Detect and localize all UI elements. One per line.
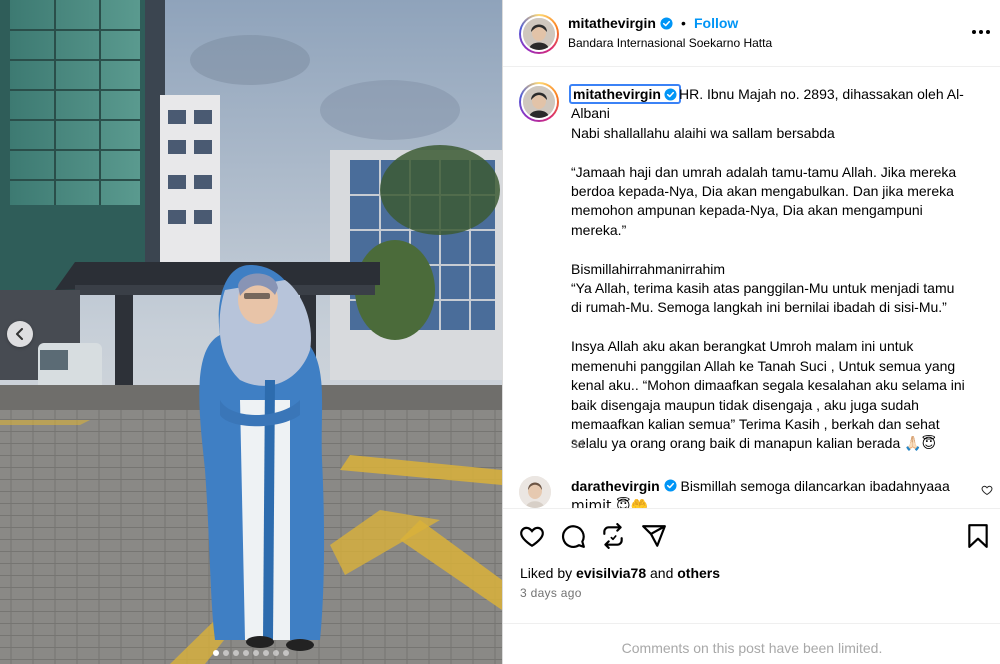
post-photo[interactable] xyxy=(0,0,502,664)
post-header: mitathevirgin • Follow Bandara Internasi… xyxy=(503,0,1000,67)
verified-badge-icon xyxy=(660,16,673,30)
caption-body: Albani Nabi shallallahu alaihi wa sallam … xyxy=(571,104,981,453)
caption-line: Nabi shallallahu alaihi wa sallam bersab… xyxy=(571,124,835,141)
caption-line: selalu ya orang orang baik di manapun ka… xyxy=(571,435,937,452)
carousel-dot xyxy=(233,650,239,656)
avatar-image xyxy=(523,86,555,118)
comment-avatar[interactable] xyxy=(519,476,551,508)
caption-line: “Jamaah haji dan umrah adalah tamu-tamu … xyxy=(571,163,957,180)
caption-line: berdoa kepada-Nya, Dia akan mengabulkan.… xyxy=(571,183,954,200)
caption-line: mereka.” xyxy=(571,221,627,238)
caption-line: baik disengaja maupun tidak disengaja , … xyxy=(571,396,919,413)
bookmark-icon[interactable] xyxy=(965,523,991,549)
comment-text-continued: mimit 😇🤲 xyxy=(571,498,649,508)
comments-limited-notice: Comments on this post have been limited. xyxy=(503,623,1000,656)
comment-like-heart-icon[interactable] xyxy=(981,484,993,496)
comment-text: Bismillah semoga dilancarkan ibadahnyaaa xyxy=(680,478,950,494)
caption-avatar[interactable] xyxy=(519,82,559,122)
caption-section: mitathevirgin HR. Ibnu Majah no. 2893, d… xyxy=(503,68,1000,508)
share-icon[interactable] xyxy=(600,523,626,549)
caption-timestamp[interactable]: 3d xyxy=(571,437,584,451)
liked-by-user-link[interactable]: evisilvia78 xyxy=(576,565,646,581)
avatar-image xyxy=(523,18,555,50)
caption-line: Insya Allah aku akan berangkat Umroh mal… xyxy=(571,338,914,355)
caption-line: Albani xyxy=(571,105,610,122)
caption-line: memohon ampunan kepada-Nya, Dia akan men… xyxy=(571,202,923,219)
caption-line: HR. Ibnu Majah no. 2893, dihassakan oleh… xyxy=(679,86,964,102)
location-link[interactable]: Bandara Internasional Soekarno Hatta xyxy=(568,36,772,50)
carousel-dot xyxy=(283,650,289,656)
verified-badge-icon xyxy=(664,479,677,492)
follow-button[interactable]: Follow xyxy=(694,15,738,31)
carousel-dot xyxy=(273,650,279,656)
avatar-image xyxy=(519,476,551,508)
liked-by-and: and xyxy=(650,565,674,581)
carousel-dot xyxy=(223,650,229,656)
carousel-dot xyxy=(213,650,219,656)
chevron-left-icon xyxy=(16,328,23,340)
avatar[interactable] xyxy=(519,14,559,54)
carousel-dot xyxy=(243,650,249,656)
caption-line xyxy=(571,240,981,259)
separator-dot: • xyxy=(681,15,686,31)
send-icon[interactable] xyxy=(641,523,667,549)
carousel-prev-button[interactable] xyxy=(7,321,33,347)
caption-line: memenuhi panggilan Allah ke Tanah Suci ,… xyxy=(571,357,956,374)
liked-by-prefix: Liked by xyxy=(520,565,573,581)
post-date[interactable]: 3 days ago xyxy=(520,586,582,600)
header-username[interactable]: mitathevirgin xyxy=(568,15,673,31)
post-side-panel: mitathevirgin • Follow Bandara Internasi… xyxy=(502,0,1000,664)
caption-line: Bismillahirrahmanirrahim xyxy=(571,260,726,277)
comment-icon[interactable] xyxy=(560,523,586,549)
caption-line: memaafkan kalian semua” Terima Kasih , b… xyxy=(571,415,940,432)
caption-line: “Ya Allah, terima kasih atas panggilan-M… xyxy=(571,280,955,297)
more-options-icon[interactable] xyxy=(969,22,993,42)
caption-line: di rumah-Mu. Semoga langkah ini bernilai… xyxy=(571,299,947,316)
caption-line xyxy=(571,318,981,337)
caption-line: kenal aku.. “Mohon dimaafkan segala kesa… xyxy=(571,377,965,394)
post-actions: Liked by evisilvia78 and others 3 days a… xyxy=(503,508,1000,664)
comment-username[interactable]: darathevirgin xyxy=(571,478,660,494)
comment: darathevirgin Bismillah semoga dilancark… xyxy=(571,477,981,508)
photo-scene xyxy=(0,0,502,664)
heart-icon[interactable] xyxy=(519,523,545,549)
liked-by-others-link[interactable]: others xyxy=(677,565,720,581)
carousel-dot xyxy=(263,650,269,656)
caption-text: HR. Ibnu Majah no. 2893, dihassakan oleh… xyxy=(571,85,981,454)
liked-by-text: Liked by evisilvia78 and others xyxy=(520,565,720,581)
carousel-dot xyxy=(253,650,259,656)
carousel-dots xyxy=(0,650,502,656)
caption-line xyxy=(571,143,981,162)
username-link[interactable]: mitathevirgin xyxy=(568,15,656,31)
